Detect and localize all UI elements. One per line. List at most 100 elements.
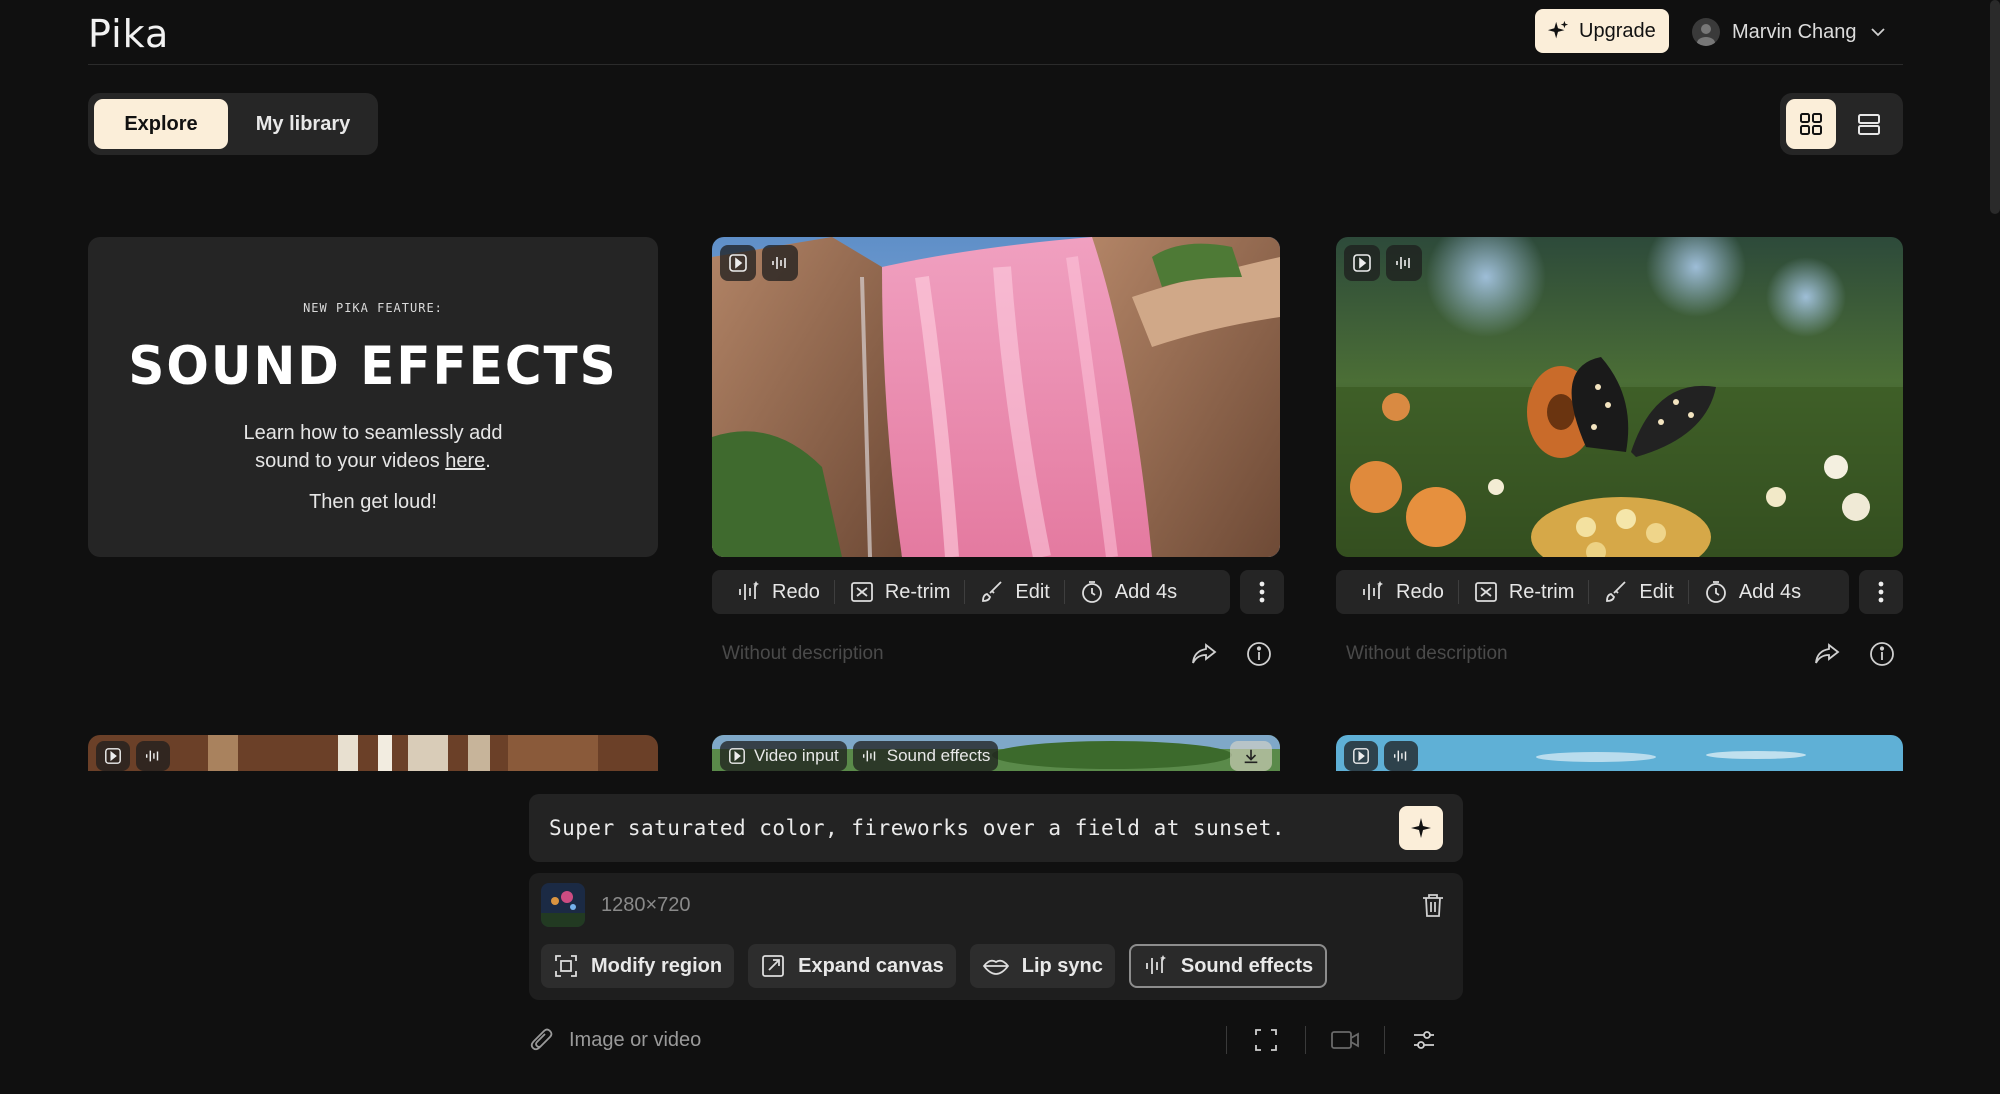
feature-closing: Then get loud! bbox=[309, 491, 437, 513]
video-thumbnail-waterfall[interactable] bbox=[712, 237, 1280, 557]
card-toolbar-waterfall: Redo Re-trim Edit Add 4s bbox=[712, 570, 1284, 614]
card-toolbar-butterfly: Redo Re-trim Edit Add 4s bbox=[1336, 570, 1903, 614]
thumbnail-badges bbox=[1344, 245, 1422, 281]
composer-tools bbox=[1226, 1020, 1463, 1060]
add-4s-button[interactable]: Add 4s bbox=[1689, 576, 1815, 608]
thumbnail-badges bbox=[720, 245, 798, 281]
more-options-button[interactable] bbox=[1240, 570, 1284, 614]
composer-options: 1280×720 Modify region Expand canvas Lip… bbox=[529, 873, 1463, 1000]
edit-button[interactable]: Edit bbox=[965, 576, 1063, 608]
sound-effects-label: Sound effects bbox=[886, 746, 991, 765]
attached-media-thumbnail[interactable] bbox=[541, 883, 585, 927]
paperclip-icon[interactable] bbox=[529, 1027, 555, 1053]
feature-body-prefix: sound to your videos bbox=[255, 450, 446, 472]
upgrade-button[interactable]: Upgrade bbox=[1535, 9, 1669, 53]
media-resolution: 1280×720 bbox=[601, 893, 691, 916]
feature-title: SOUND EFFECTS bbox=[128, 335, 618, 397]
timer-icon bbox=[1703, 579, 1729, 605]
trash-icon[interactable] bbox=[1421, 892, 1445, 918]
sound-wave-icon bbox=[1360, 579, 1386, 605]
redo-button[interactable]: Redo bbox=[1346, 576, 1458, 608]
video-input-badge[interactable]: Video input bbox=[720, 741, 847, 771]
settings-button[interactable] bbox=[1385, 1020, 1463, 1060]
retrim-button[interactable]: Re-trim bbox=[1459, 576, 1589, 608]
page-scrollbar[interactable] bbox=[1990, 0, 2000, 214]
modify-region-label: Modify region bbox=[591, 954, 723, 977]
camera-control-button[interactable] bbox=[1306, 1020, 1384, 1060]
sound-wave-icon bbox=[144, 747, 162, 765]
thumbnail-badges bbox=[96, 741, 170, 771]
share-icon[interactable] bbox=[1190, 642, 1218, 666]
video-thumbnail-field[interactable]: Video input Sound effects bbox=[712, 735, 1280, 771]
thumbnail-badges: Video input Sound effects bbox=[720, 741, 999, 771]
lips-icon bbox=[982, 953, 1010, 979]
card-description-row: Without description bbox=[712, 634, 1280, 674]
tab-bar: Explore My library bbox=[88, 93, 378, 155]
avatar bbox=[1692, 18, 1720, 46]
sound-badge[interactable] bbox=[136, 741, 170, 771]
tool-chips: Modify region Expand canvas Lip sync Sou… bbox=[541, 944, 1328, 988]
card-actions: Redo Re-trim Edit Add 4s bbox=[1336, 570, 1849, 614]
play-square-icon bbox=[728, 253, 748, 273]
sound-badge[interactable] bbox=[1386, 245, 1422, 281]
play-square-icon bbox=[1352, 747, 1370, 765]
lip-sync-button[interactable]: Lip sync bbox=[969, 944, 1115, 988]
edit-label: Edit bbox=[1639, 580, 1674, 603]
edit-button[interactable]: Edit bbox=[1589, 576, 1687, 608]
card-description-row: Without description bbox=[1336, 634, 1903, 674]
sound-wave-icon bbox=[770, 253, 790, 273]
video-thumbnail-butterfly[interactable] bbox=[1336, 237, 1903, 557]
brush-icon bbox=[979, 579, 1005, 605]
more-options-button[interactable] bbox=[1859, 570, 1903, 614]
modify-region-button[interactable]: Modify region bbox=[541, 944, 735, 988]
attach-media-label[interactable]: Image or video bbox=[569, 1029, 701, 1052]
info-icon[interactable] bbox=[1246, 641, 1272, 667]
sound-effects-badge[interactable]: Sound effects bbox=[852, 741, 999, 771]
add-4s-button[interactable]: Add 4s bbox=[1065, 576, 1191, 608]
feature-here-link[interactable]: here bbox=[445, 450, 485, 472]
play-badge[interactable] bbox=[720, 245, 756, 281]
sound-wave-icon bbox=[1394, 253, 1414, 273]
tab-explore[interactable]: Explore bbox=[94, 99, 228, 149]
prompt-input[interactable]: Super saturated color, fireworks over a … bbox=[549, 816, 1285, 840]
expand-canvas-label: Expand canvas bbox=[798, 954, 944, 977]
share-icon[interactable] bbox=[1813, 642, 1841, 666]
prompt-box[interactable]: Super saturated color, fireworks over a … bbox=[529, 794, 1463, 862]
expand-canvas-button[interactable]: Expand canvas bbox=[748, 944, 956, 988]
card-description: Without description bbox=[1346, 643, 1508, 664]
play-badge[interactable] bbox=[1344, 245, 1380, 281]
download-icon bbox=[1242, 747, 1260, 765]
thumbnail-badges bbox=[1344, 741, 1418, 771]
redo-label: Redo bbox=[772, 580, 820, 603]
sparkle-icon bbox=[1409, 816, 1433, 840]
retrim-label: Re-trim bbox=[1508, 580, 1575, 603]
play-badge[interactable] bbox=[1344, 741, 1378, 771]
generate-button[interactable] bbox=[1399, 806, 1443, 850]
grid-view-button[interactable] bbox=[1786, 99, 1836, 149]
kebab-menu-icon bbox=[1878, 580, 1884, 604]
play-badge[interactable] bbox=[96, 741, 130, 771]
view-toggle bbox=[1780, 93, 1903, 155]
add-4s-label: Add 4s bbox=[1114, 580, 1178, 603]
grid-icon bbox=[1798, 111, 1824, 137]
list-view-button[interactable] bbox=[1844, 99, 1894, 149]
sound-effects-label: Sound effects bbox=[1180, 954, 1314, 977]
info-icon[interactable] bbox=[1869, 641, 1895, 667]
retrim-button[interactable]: Re-trim bbox=[835, 576, 965, 608]
aspect-ratio-button[interactable] bbox=[1227, 1020, 1305, 1060]
frame-icon bbox=[1253, 1027, 1279, 1053]
video-thumbnail-curtains[interactable] bbox=[88, 735, 658, 771]
sound-effects-button[interactable]: Sound effects bbox=[1128, 944, 1328, 988]
pika-logo[interactable]: Pika bbox=[88, 12, 169, 56]
video-thumbnail-sky[interactable] bbox=[1336, 735, 1903, 771]
feature-kicker: NEW PIKA FEATURE: bbox=[303, 301, 443, 315]
download-button[interactable] bbox=[1230, 741, 1272, 771]
sound-wave-icon bbox=[1392, 747, 1410, 765]
card-description: Without description bbox=[722, 643, 884, 664]
redo-button[interactable]: Redo bbox=[722, 576, 834, 608]
sound-badge[interactable] bbox=[1384, 741, 1418, 771]
tab-my-library[interactable]: My library bbox=[234, 99, 372, 149]
play-square-icon bbox=[728, 747, 746, 765]
sound-badge[interactable] bbox=[762, 245, 798, 281]
user-menu[interactable]: Marvin Chang bbox=[1692, 12, 1887, 52]
